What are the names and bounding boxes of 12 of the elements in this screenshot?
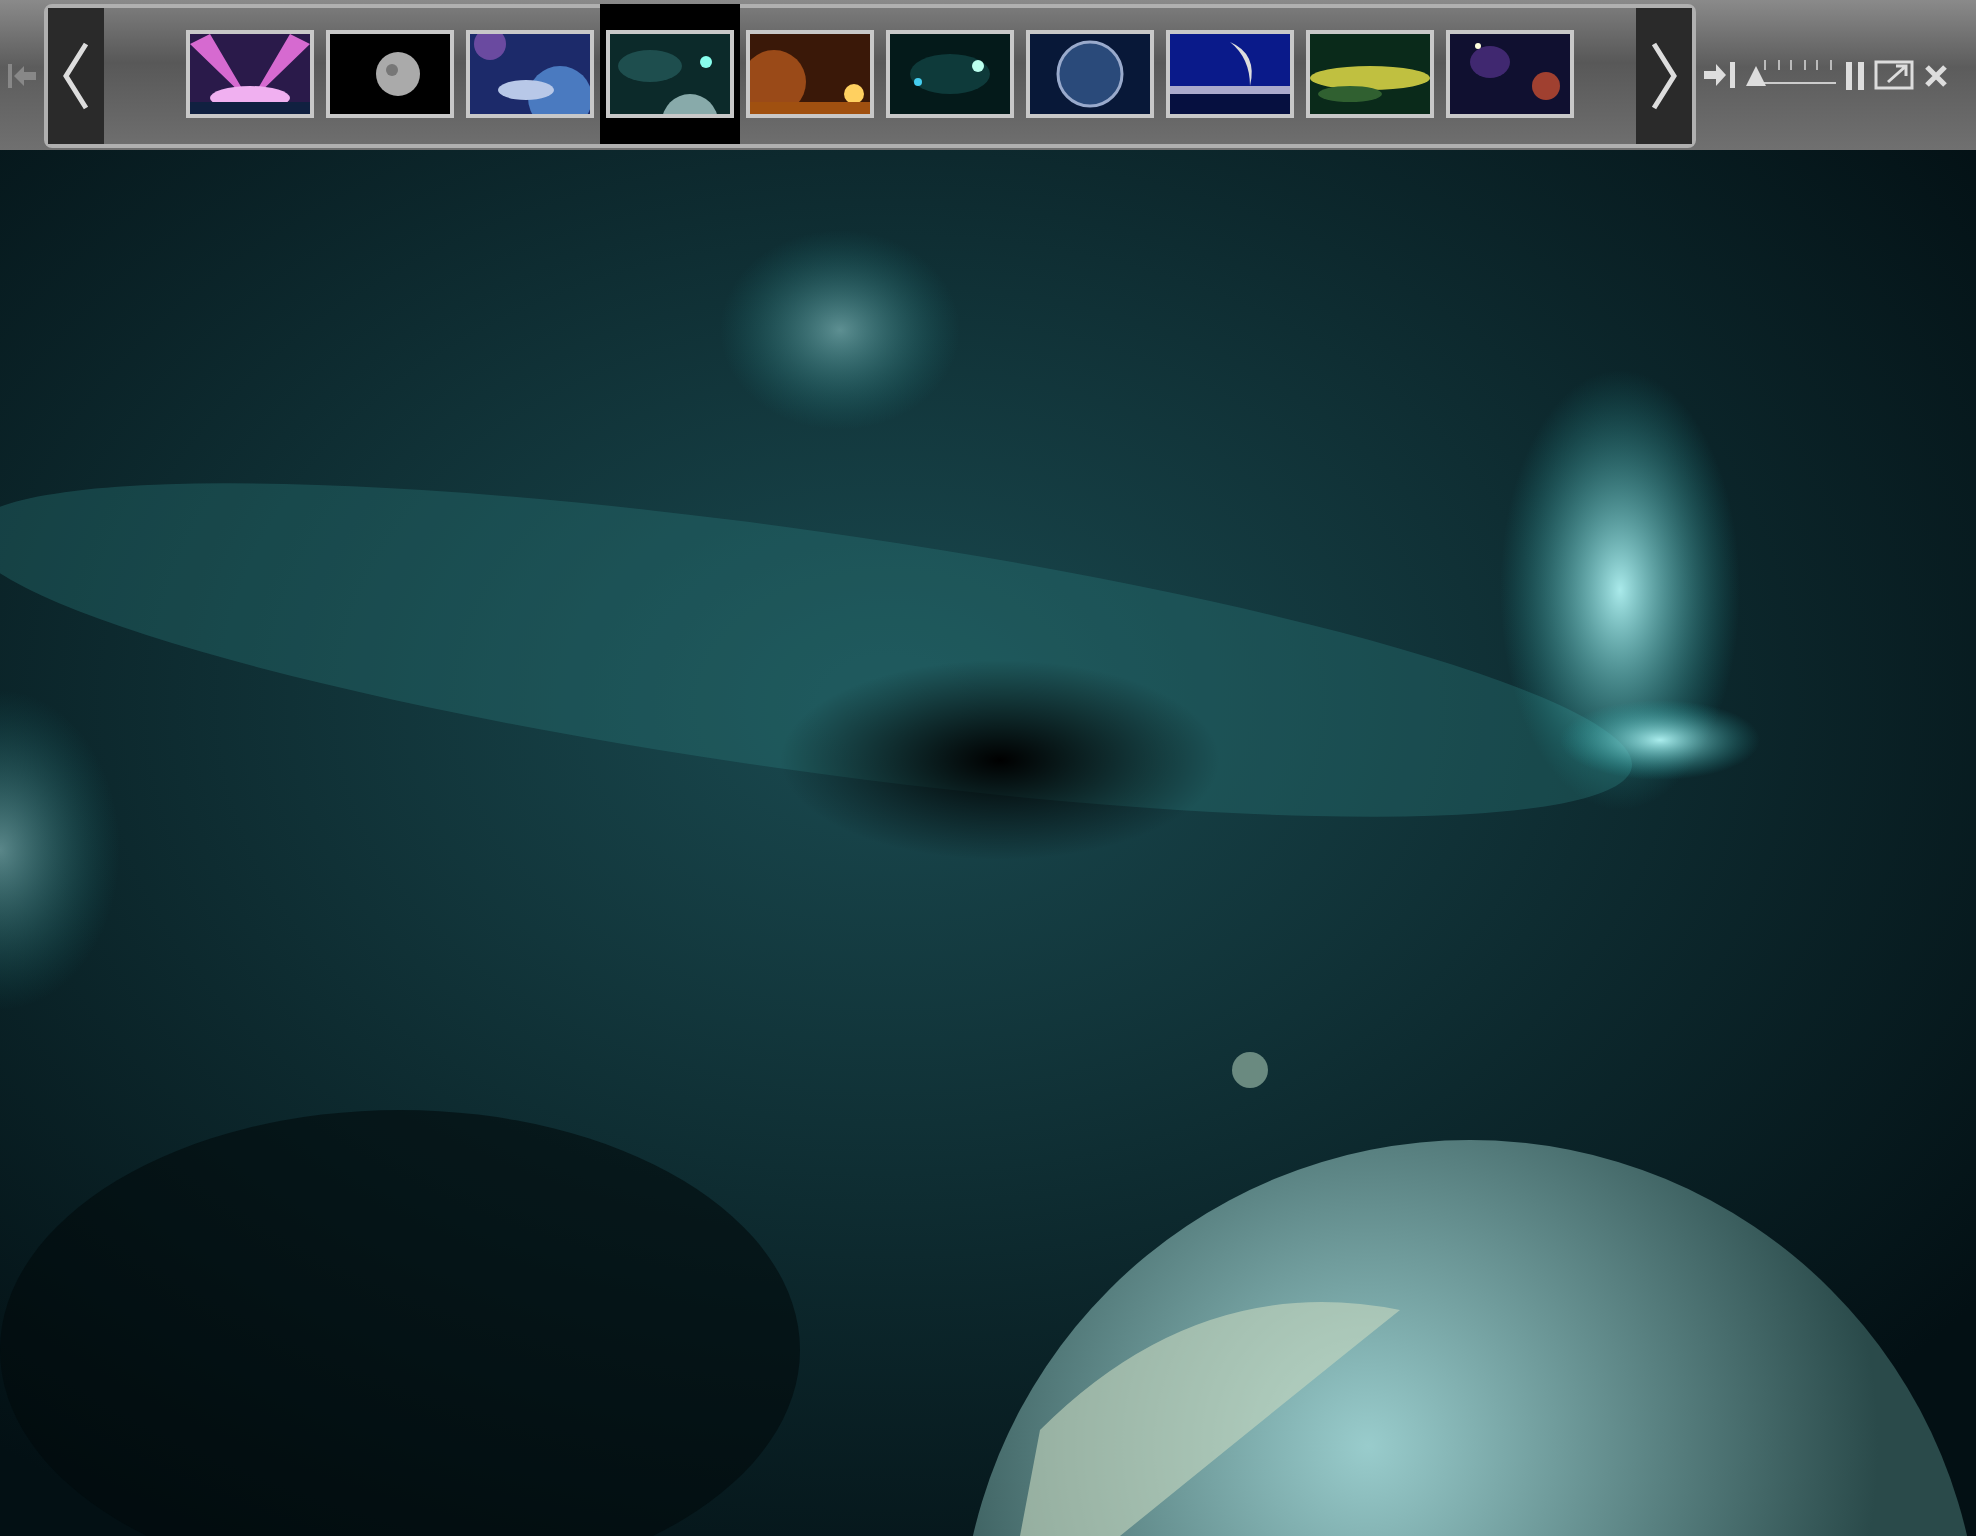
- slider-thumb[interactable]: [1746, 65, 1767, 85]
- next-button[interactable]: [1636, 8, 1692, 144]
- speed-slider[interactable]: [1748, 59, 1836, 91]
- pause-icon[interactable]: [1846, 61, 1864, 89]
- thumbnail-button[interactable]: [600, 4, 740, 144]
- skip-to-end-icon[interactable]: [1704, 62, 1738, 88]
- skip-to-start-icon[interactable]: [8, 63, 36, 87]
- chevron-right-icon: [1648, 40, 1680, 112]
- previous-button[interactable]: [48, 8, 104, 144]
- close-icon[interactable]: [1924, 63, 1948, 87]
- fullscreen-icon[interactable]: [1874, 60, 1914, 90]
- chevron-left-icon: [60, 40, 92, 112]
